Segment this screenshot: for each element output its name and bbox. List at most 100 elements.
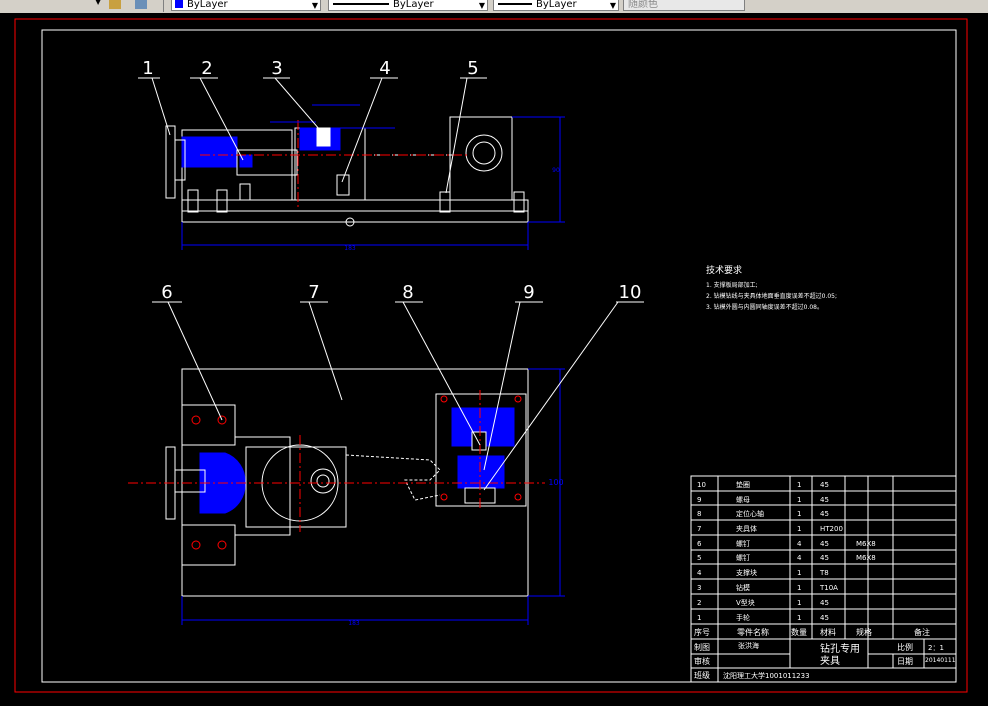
bom-cell-name: 支撑块 bbox=[736, 568, 757, 577]
school-text: 沈阳理工大学1001011233 bbox=[723, 671, 810, 680]
leader-6 bbox=[167, 301, 223, 421]
bolt-right-1 bbox=[439, 191, 451, 213]
bolt-left-2 bbox=[216, 189, 228, 213]
bom-cell-material: 45 bbox=[820, 481, 829, 489]
leader-5 bbox=[445, 77, 468, 194]
bom-cell-qty: 1 bbox=[797, 599, 801, 607]
balloon-3: 3 bbox=[271, 58, 282, 79]
layer-previous-icon[interactable] bbox=[135, 0, 147, 9]
nut-outer bbox=[465, 134, 503, 172]
dropdown-arrow-icon[interactable]: ▼ bbox=[95, 0, 101, 6]
hatch-left bbox=[181, 136, 238, 168]
bom-header-qty: 数量 bbox=[791, 627, 807, 637]
left-pad-bottom bbox=[181, 524, 236, 566]
dim-text-top-height: 90 bbox=[552, 167, 560, 174]
drawing-canvas[interactable]: 183 90 1 2 3 4 5 技术要求 1. 支撑板局部加工; 2. 钻模钻… bbox=[0, 13, 988, 702]
support-block bbox=[336, 174, 350, 196]
bom-cell-name: 垫圈 bbox=[736, 480, 750, 489]
bom-cell-material: 45 bbox=[820, 599, 829, 607]
nut-inner bbox=[472, 141, 496, 165]
bom-cell-qty: 1 bbox=[797, 584, 801, 592]
drawing-svg: 183 90 1 2 3 4 5 技术要求 1. 支撑板局部加工; 2. 钻模钻… bbox=[14, 18, 968, 693]
bom-cell-qty: 4 bbox=[797, 554, 802, 562]
balloon-9: 9 bbox=[523, 282, 534, 303]
screw-hole-5 bbox=[440, 395, 448, 403]
front-dimensions bbox=[181, 104, 565, 250]
scale-label: 比例 bbox=[897, 642, 913, 652]
bom-cell-no: 4 bbox=[697, 569, 702, 577]
bom-header-material: 材料 bbox=[820, 627, 836, 637]
bom-cell-qty: 1 bbox=[797, 569, 801, 577]
screw-hole-1 bbox=[191, 415, 201, 425]
balloon-1: 1 bbox=[142, 58, 153, 79]
drawing-border bbox=[41, 29, 957, 683]
date-value: 20140111 bbox=[925, 657, 956, 664]
boss-bore bbox=[310, 468, 336, 494]
bom-cell-material: T8 bbox=[819, 569, 829, 577]
leader-4 bbox=[341, 77, 383, 183]
bom-cell-name: 钻模 bbox=[736, 583, 750, 592]
leader-1 bbox=[151, 77, 171, 136]
lineweight-control[interactable]: ByLayer ▼ bbox=[493, 0, 619, 11]
arm-outline bbox=[345, 454, 441, 501]
bom-cell-no: 10 bbox=[697, 481, 706, 489]
class-label: 班级 bbox=[694, 670, 710, 680]
balloon-2: 2 bbox=[201, 58, 212, 79]
dim-text-top-length: 183 bbox=[344, 245, 356, 252]
bolt-left-3 bbox=[239, 183, 251, 201]
right-bracket bbox=[449, 116, 513, 201]
bom-cell-material: 45 bbox=[820, 614, 829, 622]
screw-hole-6 bbox=[514, 395, 522, 403]
lineweight-sample bbox=[498, 3, 532, 5]
plotstyle-control[interactable]: 随颜色 bbox=[623, 0, 745, 11]
screw-hole-8 bbox=[514, 493, 522, 501]
bom-cell-name: 手轮 bbox=[736, 613, 750, 622]
layer-states-icon[interactable] bbox=[109, 0, 121, 9]
bom-cell-qty: 1 bbox=[797, 510, 801, 518]
bom-cell-qty: 4 bbox=[797, 540, 802, 548]
bom-cell-no: 1 bbox=[697, 614, 701, 622]
bom-cell-spec: M6X8 bbox=[856, 554, 876, 562]
bom-cell-no: 9 bbox=[697, 496, 701, 504]
bom-cell-no: 7 bbox=[697, 525, 701, 533]
bom-cell-qty: 1 bbox=[797, 525, 801, 533]
balloon-6: 6 bbox=[161, 282, 172, 303]
chevron-down-icon[interactable]: ▼ bbox=[610, 0, 616, 13]
balloon-8: 8 bbox=[402, 282, 413, 303]
bom-rows: 10 垫圈 1 459 螺母 1 458 定位心轴 1 457 夹具体 1 HT2006 螺钉 4 45 M6X… bbox=[697, 480, 876, 622]
checked-label: 审核 bbox=[694, 656, 710, 666]
color-swatch-icon bbox=[175, 0, 183, 8]
title-line1: 钻孔专用 bbox=[820, 642, 860, 655]
bom-cell-name: 夹具体 bbox=[736, 524, 757, 533]
chevron-down-icon[interactable]: ▼ bbox=[479, 0, 485, 13]
bom-cell-no: 6 bbox=[697, 540, 702, 548]
leader-10 bbox=[483, 301, 619, 491]
bom-cell-material: 45 bbox=[820, 554, 829, 562]
bom-cell-name: 螺钉 bbox=[736, 539, 750, 548]
bom-cell-material: HT200 bbox=[820, 525, 843, 533]
lineweight-value: ByLayer bbox=[536, 0, 577, 10]
toolbar-separator bbox=[163, 0, 164, 12]
left-pad-top bbox=[181, 404, 236, 446]
bom-header-spec: 规格 bbox=[856, 627, 872, 637]
balloon-4: 4 bbox=[379, 58, 390, 79]
bolt-right-2 bbox=[513, 191, 525, 213]
bom-cell-material: 45 bbox=[820, 496, 829, 504]
bom-cell-qty: 1 bbox=[797, 481, 801, 489]
chevron-down-icon[interactable]: ▼ bbox=[312, 0, 318, 13]
scale-value: 2：1 bbox=[928, 644, 944, 652]
properties-toolbar: ▼ ByLayer ▼ ByLayer ▼ ByLayer ▼ 随颜色 bbox=[0, 0, 988, 14]
bom-cell-name: V型块 bbox=[736, 598, 755, 607]
bom-header-note: 备注 bbox=[914, 627, 930, 637]
bom-header-no: 序号 bbox=[694, 627, 710, 637]
drill-bushing bbox=[316, 127, 331, 147]
bom-cell-material: 45 bbox=[820, 510, 829, 518]
screw-hole-4 bbox=[217, 540, 227, 550]
bom-cell-name: 螺钉 bbox=[736, 553, 750, 562]
tech-req-line3: 3. 钻模外圆与内圆同轴度误差不超过0.08。 bbox=[706, 303, 823, 311]
linetype-control[interactable]: ByLayer ▼ bbox=[328, 0, 488, 11]
color-control[interactable]: ByLayer ▼ bbox=[171, 0, 321, 11]
bom-cell-no: 3 bbox=[697, 584, 701, 592]
tech-req-line1: 1. 支撑板局部加工; bbox=[706, 281, 758, 289]
title-line2: 夹具 bbox=[820, 654, 840, 667]
